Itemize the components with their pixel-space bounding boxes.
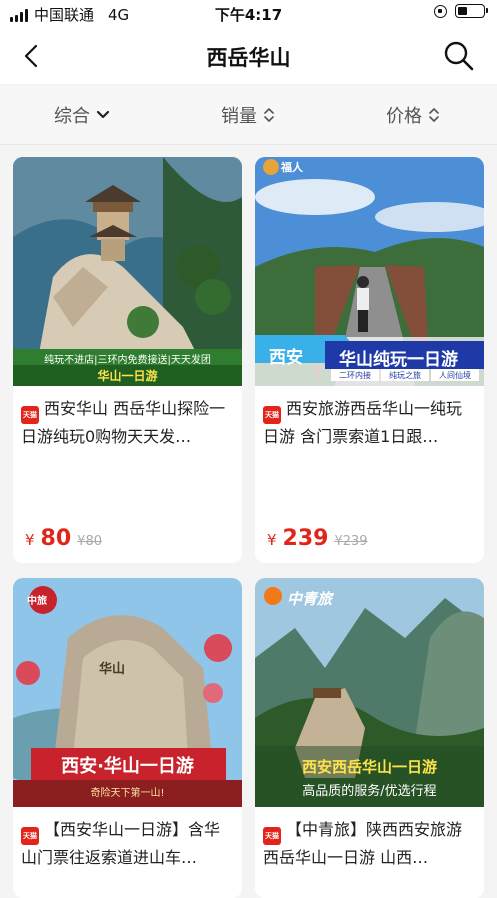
product-title-text: 西安华山 西岳华山探险一日游纯玩0购物天天发… <box>21 399 226 446</box>
rotation-lock-icon <box>434 4 447 18</box>
image-name-text: 华山一日游 <box>97 369 158 383</box>
price-row: ¥ 239 ¥239 <box>267 526 368 551</box>
chevron-down-icon <box>96 110 110 119</box>
status-bar: 中国联通 4G 下午4:17 <box>0 0 497 28</box>
product-card[interactable]: 中青旅 西安西岳华山一日游 高品质的服务/优选行程 天猫 【中青旅】陕西西安旅游西… <box>255 578 484 898</box>
product-title-text: 【西安华山一日游】含华山门票往返索道进山车… <box>21 820 221 867</box>
sort-label: 销量 <box>221 106 257 127</box>
brand-logo-text: 中青旅 <box>287 590 333 608</box>
stone-text: 华山 <box>99 662 126 677</box>
tmall-badge-icon: 天猫 <box>263 827 281 845</box>
image-sub-text: 高品质的服务/优选行程 <box>302 784 437 799</box>
image-name-text: 西安·华山一日游 <box>61 756 194 777</box>
brand-logo-text: 福人 <box>281 161 303 174</box>
tmall-badge-icon: 天猫 <box>21 827 39 845</box>
product-card[interactable]: 中旅 华山 西安·华山一日游 奇险天下第一山! 天猫 【西安华山一日游】含华山门票… <box>13 578 242 898</box>
price-row: ¥ 80 ¥80 <box>25 526 102 551</box>
product-title: 天猫 【中青旅】陕西西安旅游西岳华山一日游 山西… <box>255 807 484 869</box>
sort-updown-icon <box>264 108 274 122</box>
image-slogan-text: 奇险天下第一山! <box>90 788 165 799</box>
image-name-text: 西安西岳华山一日游 <box>301 758 437 776</box>
sort-sales[interactable]: 销量 <box>221 102 275 128</box>
product-image: 中旅 华山 西安·华山一日游 奇险天下第一山! <box>13 578 242 807</box>
product-title: 天猫 【西安华山一日游】含华山门票往返索道进山车… <box>13 807 242 869</box>
image-tag: 人间仙境 <box>439 371 471 380</box>
product-price: 80 <box>40 526 72 551</box>
original-price: ¥239 <box>334 534 368 549</box>
sort-bar: 综合 销量 价格 <box>0 86 497 145</box>
currency-symbol: ¥ <box>267 531 277 549</box>
sort-price[interactable]: 价格 <box>386 102 440 128</box>
image-name-text: 华山纯玩一日游 <box>339 350 458 370</box>
status-time: 下午4:17 <box>214 6 283 24</box>
search-button[interactable] <box>443 40 475 72</box>
currency-symbol: ¥ <box>25 531 35 549</box>
product-price: 239 <box>282 526 329 551</box>
page-title: 西岳华山 <box>206 46 291 70</box>
sort-updown-icon <box>429 108 439 122</box>
battery-icon <box>455 4 488 18</box>
sort-comprehensive[interactable]: 综合 <box>54 102 110 128</box>
product-image: 福人 西安 华山纯玩一日游 二环内接 纯玩之旅 人间仙境 <box>255 157 484 386</box>
product-image: 纯玩不进店|三环内免费接送|天天发团 华山一日游 <box>13 157 242 386</box>
product-card[interactable]: 纯玩不进店|三环内免费接送|天天发团 华山一日游 天猫 西安华山 西岳华山探险一日… <box>13 157 242 563</box>
product-card[interactable]: 福人 西安 华山纯玩一日游 二环内接 纯玩之旅 人间仙境 天猫 西安旅游西岳华山一… <box>255 157 484 563</box>
tmall-badge-icon: 天猫 <box>263 406 281 424</box>
brand-logo-text: 中旅 <box>27 596 47 607</box>
nav-bar: 西岳华山 <box>0 28 497 84</box>
search-icon <box>444 41 474 71</box>
image-tag: 纯玩之旅 <box>389 371 421 380</box>
image-tag: 二环内接 <box>339 371 371 380</box>
sort-label: 价格 <box>386 106 422 127</box>
image-banner-text: 纯玩不进店|三环内免费接送|天天发团 <box>44 355 211 366</box>
product-title: 天猫 西安华山 西岳华山探险一日游纯玩0购物天天发… <box>13 386 242 448</box>
product-title-text: 西安旅游西岳华山一纯玩日游 含门票索道1日跟… <box>263 399 463 446</box>
product-title: 天猫 西安旅游西岳华山一纯玩日游 含门票索道1日跟… <box>255 386 484 448</box>
sort-label: 综合 <box>54 106 90 127</box>
original-price: ¥80 <box>77 534 102 549</box>
product-image: 中青旅 西安西岳华山一日游 高品质的服务/优选行程 <box>255 578 484 807</box>
tmall-badge-icon: 天猫 <box>21 406 39 424</box>
product-title-text: 【中青旅】陕西西安旅游西岳华山一日游 山西… <box>263 820 463 867</box>
image-city-text: 西安 <box>269 348 303 368</box>
